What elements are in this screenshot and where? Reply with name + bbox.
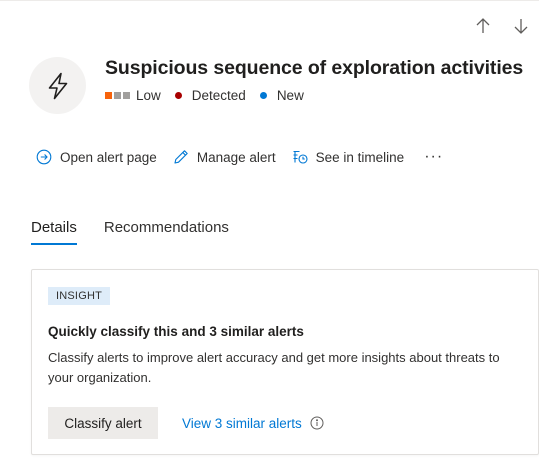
- alert-meta: Low Detected New: [105, 88, 523, 103]
- status-dot: [259, 92, 267, 99]
- lightning-icon: [48, 72, 67, 99]
- alert-navigation: [471, 14, 533, 38]
- arrow-up-icon[interactable]: [471, 14, 495, 38]
- manage-alert-label: Manage alert: [196, 149, 276, 165]
- insight-card: INSIGHT Quickly classify this and 3 simi…: [31, 269, 539, 455]
- detection-label: Detected: [191, 88, 246, 103]
- open-alert-page-button[interactable]: Open alert page: [36, 149, 157, 165]
- status-label: New: [276, 88, 304, 103]
- view-similar-alerts-label: View 3 similar alerts: [182, 415, 302, 431]
- tab-bar: Details Recommendations: [31, 219, 256, 245]
- alert-status: New: [259, 88, 304, 103]
- insight-title: Quickly classify this and 3 similar aler…: [48, 324, 304, 339]
- arrow-down-icon[interactable]: [509, 14, 533, 38]
- alert-avatar: [29, 57, 86, 114]
- insight-actions: Classify alert View 3 similar alerts: [48, 407, 324, 439]
- see-in-timeline-button[interactable]: See in timeline: [292, 149, 405, 165]
- see-in-timeline-label: See in timeline: [315, 149, 405, 165]
- info-icon[interactable]: [310, 416, 324, 430]
- action-bar: Open alert page Manage alert See in time…: [36, 149, 443, 165]
- alert-title: Suspicious sequence of exploration activ…: [105, 57, 524, 79]
- severity-indicator: Low: [105, 88, 161, 103]
- severity-bars: [105, 92, 130, 99]
- view-similar-alerts-link[interactable]: View 3 similar alerts: [182, 416, 324, 431]
- severity-bar-1: [105, 92, 112, 99]
- tab-details[interactable]: Details: [31, 219, 77, 245]
- open-alert-page-label: Open alert page: [60, 149, 157, 165]
- more-options-button[interactable]: ···: [424, 149, 443, 165]
- manage-alert-button[interactable]: Manage alert: [173, 149, 276, 165]
- arrow-circle-right-icon: [36, 149, 52, 165]
- top-divider: [0, 0, 539, 1]
- detection-dot: [174, 92, 182, 99]
- timeline-icon: [293, 150, 308, 164]
- pencil-icon: [174, 150, 188, 164]
- insight-badge: INSIGHT: [48, 287, 111, 305]
- severity-bar-3: [123, 92, 130, 99]
- detection-status: Detected: [174, 88, 246, 103]
- alert-header: Suspicious sequence of exploration activ…: [29, 57, 523, 114]
- severity-bar-2: [114, 92, 121, 99]
- tab-recommendations[interactable]: Recommendations: [104, 219, 229, 245]
- classify-alert-button[interactable]: Classify alert: [48, 407, 158, 439]
- insight-description: Classify alerts to improve alert accurac…: [48, 350, 500, 385]
- severity-label: Low: [136, 88, 161, 103]
